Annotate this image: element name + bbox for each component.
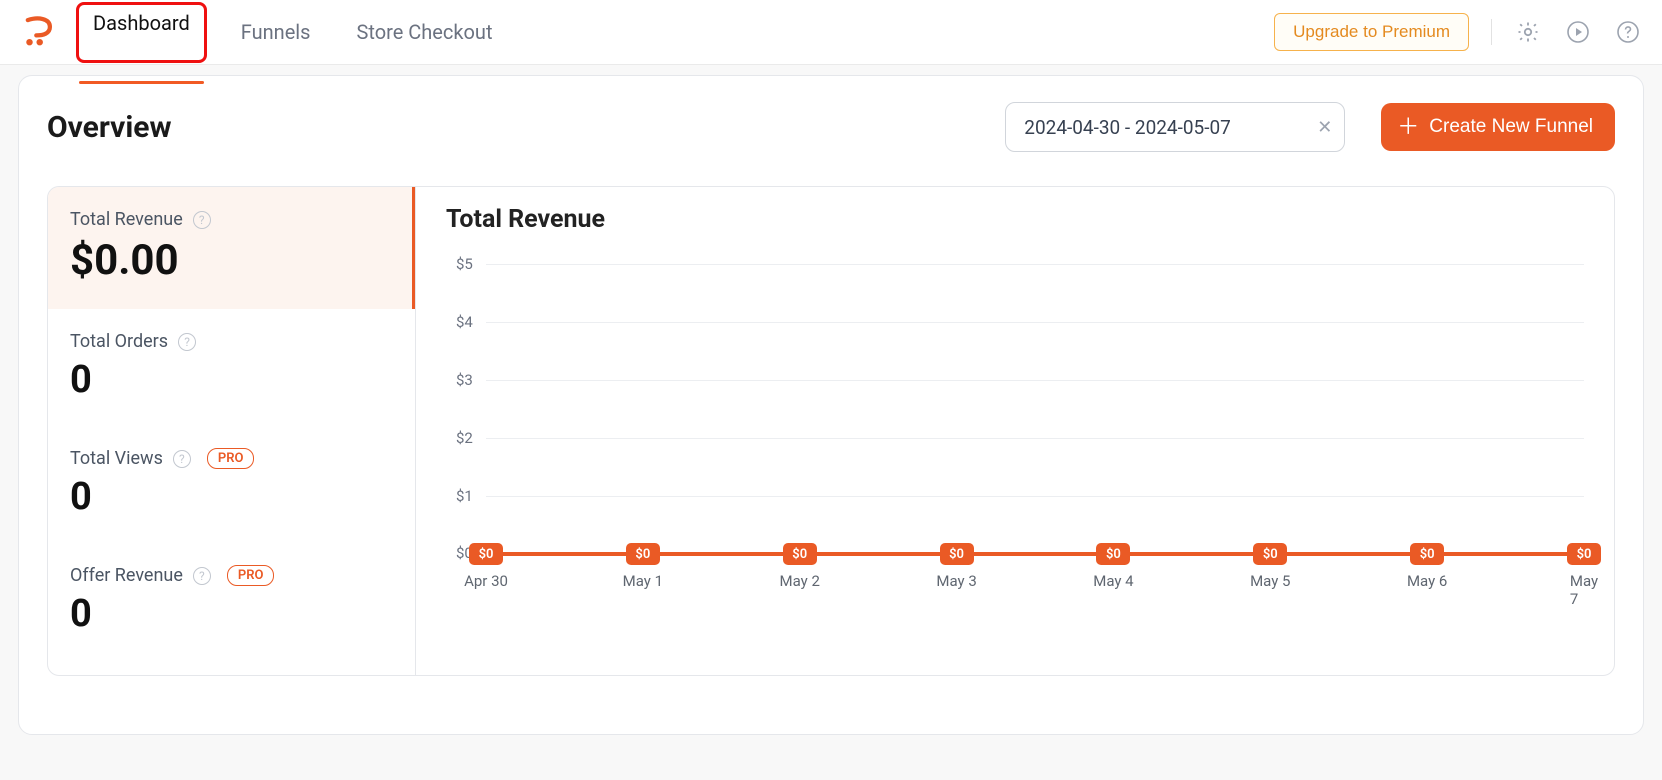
stat-value: 0 bbox=[70, 358, 393, 402]
chart-point[interactable]: $0 bbox=[940, 543, 974, 565]
stat-value: 0 bbox=[70, 475, 393, 519]
play-icon[interactable] bbox=[1564, 18, 1592, 46]
y-tick-label: $5 bbox=[456, 255, 473, 273]
stat-total-revenue[interactable]: Total Revenue ? $0.00 bbox=[48, 187, 415, 309]
divider bbox=[1491, 19, 1492, 45]
x-tick-label: May 1 bbox=[623, 572, 663, 590]
x-tick-label: May 5 bbox=[1250, 572, 1290, 590]
chart-point[interactable]: $0 bbox=[626, 543, 660, 565]
chart-point[interactable]: $0 bbox=[1410, 543, 1444, 565]
brand-logo[interactable] bbox=[18, 12, 58, 52]
chart-title: Total Revenue bbox=[446, 205, 1584, 234]
gear-icon[interactable] bbox=[1514, 18, 1542, 46]
stat-offer-revenue[interactable]: Offer Revenue ? PRO 0 bbox=[48, 543, 415, 660]
stat-label: Total Orders bbox=[70, 331, 168, 352]
x-tick-label: May 4 bbox=[1093, 572, 1133, 590]
pro-badge: PRO bbox=[207, 448, 255, 469]
overview-card: Overview 2024-04-30 - 2024-05-07 ✕ ＋ Cre… bbox=[18, 75, 1644, 735]
chart-point[interactable]: $0 bbox=[1567, 543, 1601, 565]
chart-point[interactable]: $0 bbox=[783, 543, 817, 565]
stat-total-orders[interactable]: Total Orders ? 0 bbox=[48, 309, 415, 426]
x-tick-label: Apr 30 bbox=[464, 572, 508, 590]
page-title: Overview bbox=[47, 110, 172, 145]
x-tick-label: May 7 bbox=[1570, 572, 1598, 608]
x-tick-label: May 3 bbox=[936, 572, 976, 590]
date-range-value: 2024-04-30 - 2024-05-07 bbox=[1024, 116, 1231, 139]
y-tick-label: $3 bbox=[456, 371, 473, 389]
nav-dashboard[interactable]: Dashboard bbox=[76, 2, 207, 63]
info-icon[interactable]: ? bbox=[193, 567, 211, 585]
chart-panel: Total Revenue $5 $4 $3 $2 $1 $0 $0 Apr 30 $0 May … bbox=[416, 187, 1614, 675]
upgrade-button[interactable]: Upgrade to Premium bbox=[1274, 13, 1469, 51]
pro-badge: PRO bbox=[227, 565, 275, 586]
date-range-picker[interactable]: 2024-04-30 - 2024-05-07 ✕ bbox=[1005, 102, 1345, 152]
info-icon[interactable]: ? bbox=[193, 211, 211, 229]
x-tick-label: May 6 bbox=[1407, 572, 1447, 590]
stat-total-views[interactable]: Total Views ? PRO 0 bbox=[48, 426, 415, 543]
stat-label: Total Revenue bbox=[70, 209, 183, 230]
help-icon[interactable] bbox=[1614, 18, 1642, 46]
stat-value: $0.00 bbox=[70, 236, 390, 285]
nav-funnels[interactable]: Funnels bbox=[229, 2, 323, 63]
chart-point[interactable]: $0 bbox=[1096, 543, 1130, 565]
top-navigation: Dashboard Funnels Store Checkout Upgrade… bbox=[0, 0, 1662, 65]
close-icon[interactable]: ✕ bbox=[1317, 117, 1332, 138]
revenue-chart: $5$4$3$2$1$0$0Apr 30$0May 1$0May 2$0May … bbox=[456, 264, 1584, 594]
stat-value: 0 bbox=[70, 592, 393, 636]
chart-point[interactable]: $0 bbox=[1253, 543, 1287, 565]
x-tick-label: May 2 bbox=[780, 572, 820, 590]
y-tick-label: $2 bbox=[456, 429, 473, 447]
plus-icon: ＋ bbox=[1397, 116, 1419, 138]
info-icon[interactable]: ? bbox=[173, 450, 191, 468]
nav-store-checkout[interactable]: Store Checkout bbox=[344, 2, 504, 63]
create-funnel-label: Create New Funnel bbox=[1429, 116, 1593, 138]
y-tick-label: $1 bbox=[456, 487, 473, 505]
stat-label: Total Views bbox=[70, 448, 163, 469]
stats-sidebar: Total Revenue ? $0.00 Total Orders ? 0 T… bbox=[48, 187, 416, 675]
stat-label: Offer Revenue bbox=[70, 565, 183, 586]
chart-point[interactable]: $0 bbox=[469, 543, 503, 565]
create-funnel-button[interactable]: ＋ Create New Funnel bbox=[1381, 103, 1615, 151]
y-tick-label: $4 bbox=[456, 313, 473, 331]
info-icon[interactable]: ? bbox=[178, 333, 196, 351]
